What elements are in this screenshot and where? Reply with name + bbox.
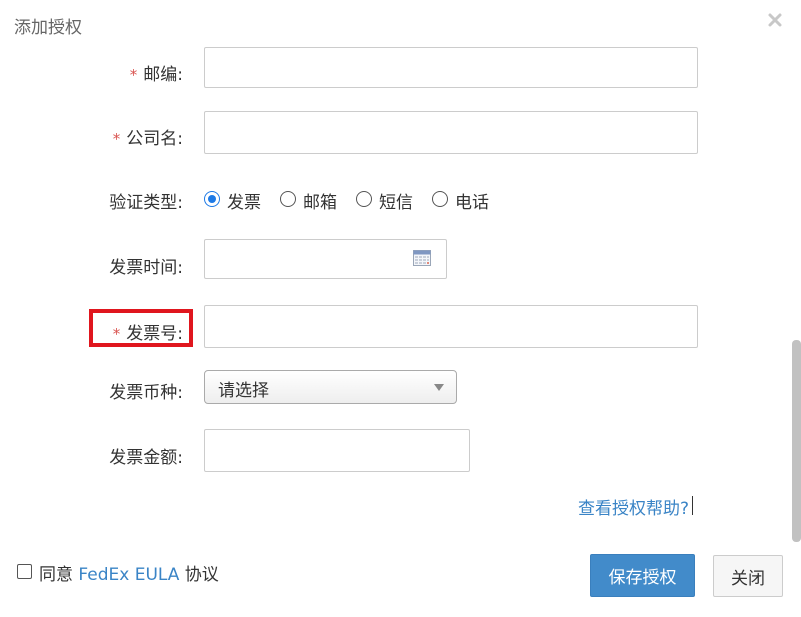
zipcode-label: * 邮编: — [0, 60, 183, 85]
invoice-amount-label: 发票金额: — [109, 448, 183, 468]
invoice-number-label-text: 发票号: — [126, 324, 183, 344]
invoice-currency-select[interactable]: 请选择 — [204, 370, 457, 404]
verify-type-label: 验证类型: — [109, 193, 183, 213]
required-mark: * — [112, 325, 121, 343]
scrollbar-thumb[interactable] — [792, 340, 801, 542]
zipcode-label-text: 邮编: — [143, 65, 183, 85]
company-label: * 公司名: — [0, 124, 183, 149]
calendar-icon[interactable] — [413, 250, 431, 266]
invoice-currency-label: 发票币种: — [109, 383, 183, 403]
invoice-number-label: * 发票号: — [0, 319, 183, 344]
verify-type-email-radio[interactable] — [280, 191, 296, 207]
invoice-currency-value: 请选择 — [218, 381, 269, 401]
eula-agree-checkbox[interactable] — [17, 564, 32, 579]
invoice-amount-input[interactable] — [204, 429, 470, 472]
eula-agree-text: 同意 FedEx EULA 协议 — [39, 560, 219, 585]
close-button[interactable]: 关闭 — [713, 555, 783, 597]
required-mark: * — [129, 66, 138, 84]
verify-type-sms-label[interactable]: 短信 — [379, 188, 413, 213]
invoice-number-input[interactable] — [204, 305, 698, 348]
zipcode-input[interactable] — [204, 47, 698, 88]
verify-type-invoice-label[interactable]: 发票 — [227, 188, 261, 213]
company-label-text: 公司名: — [126, 129, 183, 149]
agree-prefix: 同意 — [39, 565, 73, 585]
agree-suffix: 协议 — [184, 565, 219, 585]
company-name-input[interactable] — [204, 111, 698, 154]
invoice-date-input[interactable] — [204, 239, 447, 279]
dialog-title: 添加授权 — [14, 18, 82, 38]
auth-help-link[interactable]: 查看授权帮助? — [578, 494, 689, 519]
text-cursor — [692, 496, 693, 515]
verify-type-phone-radio[interactable] — [432, 191, 448, 207]
invoice-date-label: 发票时间: — [109, 258, 183, 278]
chevron-down-icon — [434, 384, 444, 391]
close-icon[interactable] — [766, 11, 784, 29]
verify-type-invoice-radio[interactable] — [204, 191, 220, 207]
eula-link[interactable]: FedEx EULA — [78, 565, 179, 585]
verify-type-email-label[interactable]: 邮箱 — [303, 188, 337, 213]
required-mark: * — [112, 130, 121, 148]
save-authorization-button[interactable]: 保存授权 — [590, 554, 695, 597]
verify-type-sms-radio[interactable] — [356, 191, 372, 207]
verify-type-phone-label[interactable]: 电话 — [455, 188, 489, 213]
